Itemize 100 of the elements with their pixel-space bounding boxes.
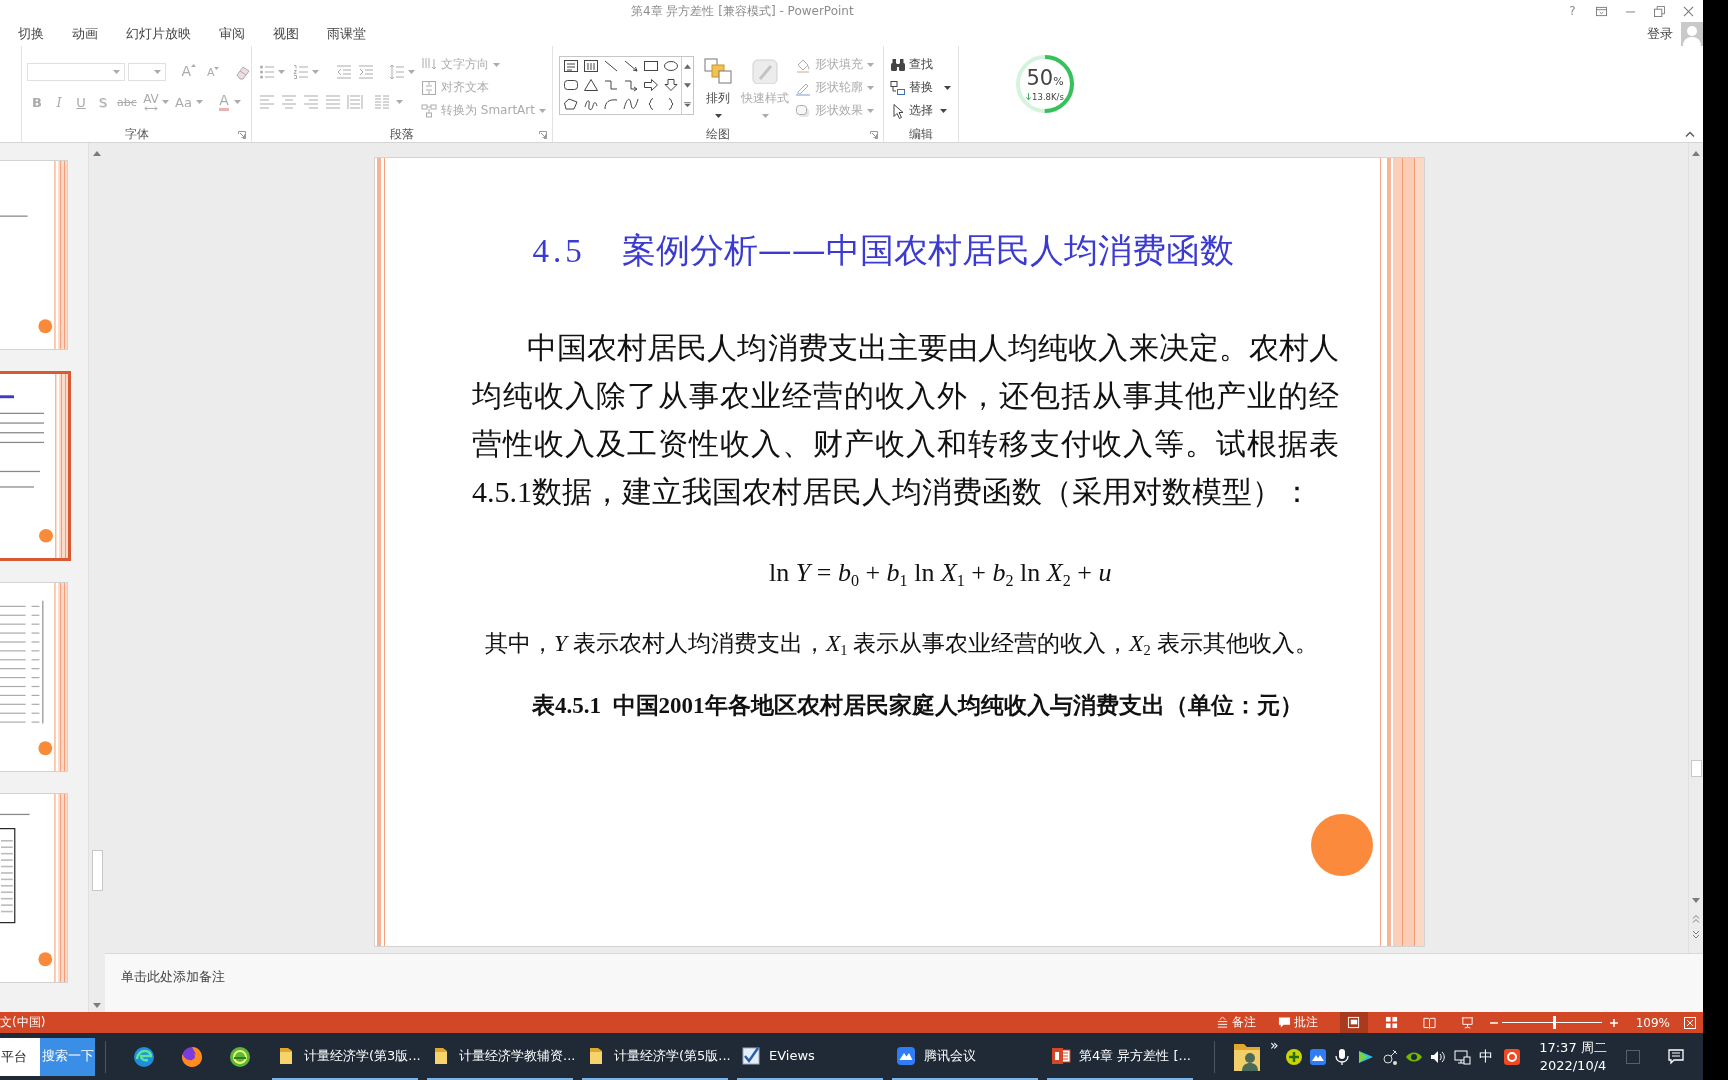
network-icon[interactable] (1453, 1047, 1471, 1066)
scroll-thumb[interactable] (1690, 760, 1702, 777)
table-caption: 表4.5.1 中国2001年各地区农村居民家庭人均纯收入与消费支出（单位：元） (532, 692, 1303, 720)
zoom-level[interactable]: 109% (1635, 1015, 1670, 1030)
projector-screen-icon (1461, 1016, 1475, 1029)
scribble-icon[interactable] (583, 97, 599, 111)
slide-thumbnail[interactable] (0, 371, 71, 561)
scroll-up-icon[interactable] (684, 64, 691, 69)
notes-button[interactable]: 备注 (1215, 1014, 1256, 1031)
meeting-app-icon (896, 1045, 916, 1066)
clock-date[interactable]: 2022/10/4 (1539, 1056, 1607, 1075)
ribbon-tab[interactable]: 切换 (4, 21, 58, 47)
vertical-text-box-icon[interactable] (583, 59, 599, 73)
binoculars-icon (890, 56, 906, 73)
section-number: 4.5 (532, 232, 586, 270)
scroll-up-icon[interactable] (93, 151, 101, 156)
input-method-icon[interactable] (1503, 1047, 1521, 1066)
replace-button[interactable]: 替换 (884, 76, 958, 99)
taskbar-window-button[interactable]: 计量经济学教辅资... (427, 1033, 573, 1080)
browser-icon[interactable] (228, 1044, 252, 1069)
browser-icon[interactable] (180, 1044, 204, 1069)
rectangle-icon[interactable] (643, 59, 659, 73)
ribbon-tab[interactable]: 幻灯片放映 (112, 21, 205, 47)
next-slide-icon[interactable] (1692, 930, 1700, 939)
arc-icon[interactable] (603, 97, 619, 111)
text-box-icon[interactable] (563, 59, 579, 73)
grid-view-icon (1385, 1016, 1399, 1029)
triangle-icon[interactable] (583, 78, 599, 92)
rounded-tile-icon (751, 58, 779, 84)
taskbar-window-button[interactable]: EViews (737, 1033, 883, 1080)
line-icon[interactable] (603, 59, 619, 73)
slider-thumb[interactable] (1552, 1016, 1556, 1029)
rounded-rectangle-icon[interactable] (563, 78, 579, 92)
group-label: 绘图 (706, 126, 730, 143)
input-method-indicator[interactable]: 中 (1474, 1047, 1498, 1066)
close-icon[interactable] (1683, 5, 1694, 17)
body-paragraph: 中国农村居民人均消费支出主要由人均纯收入来决定。农村人均纯收入除了从事农业经营的收入外，还包括从事其他产业的经营性收入及工资性收入、财产收入和转移支付收入等。试根据表4.5.1数据，建立我国农村居民人均消费函数（采用对数模型）： (472, 330, 1339, 510)
microphone-icon[interactable] (1333, 1047, 1351, 1066)
dialog-launcher-icon[interactable] (870, 130, 878, 139)
language-label: 文(中国) (0, 1014, 46, 1031)
formula-explanation: 其中，Y 表示农村人均消费支出，X$_{1}$ 表示从事农业经营的收入，X$_{2}$ 表示其他收入。 (485, 629, 1318, 658)
taskbar-window-button[interactable]: 计量经济学(第3版... (272, 1033, 418, 1080)
caret-icon (867, 62, 874, 67)
restore-icon[interactable] (1654, 5, 1665, 17)
progress-ring (1015, 54, 1075, 114)
checkmark-icon (741, 1045, 761, 1066)
shadowed-shape-icon (795, 102, 811, 119)
smartart-icon (421, 102, 437, 119)
notes-field[interactable]: 单击此处添加备注 (105, 954, 1703, 1012)
satellite-icon[interactable] (1381, 1047, 1399, 1066)
caret-icon (940, 108, 947, 113)
select-button[interactable]: 选择 (884, 99, 958, 122)
pointer-icon (890, 102, 906, 119)
notes-icon (1215, 1016, 1229, 1029)
speech-bubble-icon (1277, 1016, 1291, 1029)
zoom-in-icon[interactable] (1609, 1018, 1618, 1027)
find-button[interactable]: 查找 (884, 53, 958, 76)
ribbon-tab[interactable]: 雨课堂 (313, 21, 380, 47)
comments-button[interactable]: 批注 (1277, 1014, 1318, 1031)
freeform-icon[interactable] (563, 97, 579, 111)
ribbon-tab[interactable]: 审阅 (205, 21, 259, 47)
scroll-thumb[interactable] (91, 850, 103, 891)
caret-icon (161, 100, 169, 104)
elbow-arrow-icon[interactable] (623, 78, 639, 92)
scroll-down-icon[interactable] (684, 83, 691, 88)
clock-time[interactable]: 17:37 周二 (1539, 1038, 1607, 1057)
more-icon[interactable] (684, 102, 691, 107)
caret-icon (233, 100, 241, 104)
taskbar-window-button[interactable]: 腾讯会议 (892, 1033, 1038, 1080)
block-arrow-right-icon[interactable] (643, 78, 659, 92)
block-arrow-down-icon[interactable] (663, 78, 679, 92)
view-button[interactable] (1339, 1012, 1368, 1033)
search-field[interactable]: 平台 (0, 1037, 40, 1076)
arrange-button[interactable]: 排列 (700, 56, 736, 126)
scroll-down-icon[interactable] (1692, 898, 1700, 903)
ribbon-display-options-icon[interactable] (1596, 5, 1607, 17)
sign-in-link[interactable]: 登录 (1647, 25, 1673, 43)
window-title: 第4章 异方差性 [兼容模式] - PowerPoint (631, 2, 854, 20)
fit-to-window-icon[interactable] (1683, 1015, 1697, 1030)
caret-icon (761, 114, 769, 118)
browser-icon[interactable] (132, 1044, 156, 1069)
square-outline-icon[interactable] (1625, 1048, 1641, 1065)
ribbon-tab[interactable]: 动画 (58, 21, 112, 47)
help-button[interactable]: ? (1569, 4, 1576, 18)
scroll-down-icon[interactable] (93, 1003, 101, 1008)
plus-circle-icon[interactable] (1285, 1047, 1303, 1066)
taskbar-window-button[interactable]: 计量经济学(第5版... (582, 1033, 728, 1080)
tray-overflow-button[interactable]: » (1270, 1037, 1282, 1053)
caret-up-icon (191, 64, 196, 67)
down-arrow-icon (1026, 93, 1032, 101)
oval-icon[interactable] (663, 59, 679, 73)
notification-icon[interactable] (1667, 1047, 1685, 1066)
circle-icon (1311, 814, 1373, 876)
arrow-line-icon[interactable] (623, 59, 639, 73)
ribbon-tab[interactable]: 视图 (259, 21, 313, 47)
taskbar-window-button[interactable]: 第4章 异方差性 [... (1047, 1033, 1193, 1080)
collapse-ribbon-icon[interactable] (1685, 131, 1695, 137)
curve-icon[interactable] (623, 97, 639, 111)
meeting-app-icon[interactable] (1309, 1047, 1327, 1066)
scroll-up-icon[interactable] (1692, 151, 1700, 156)
